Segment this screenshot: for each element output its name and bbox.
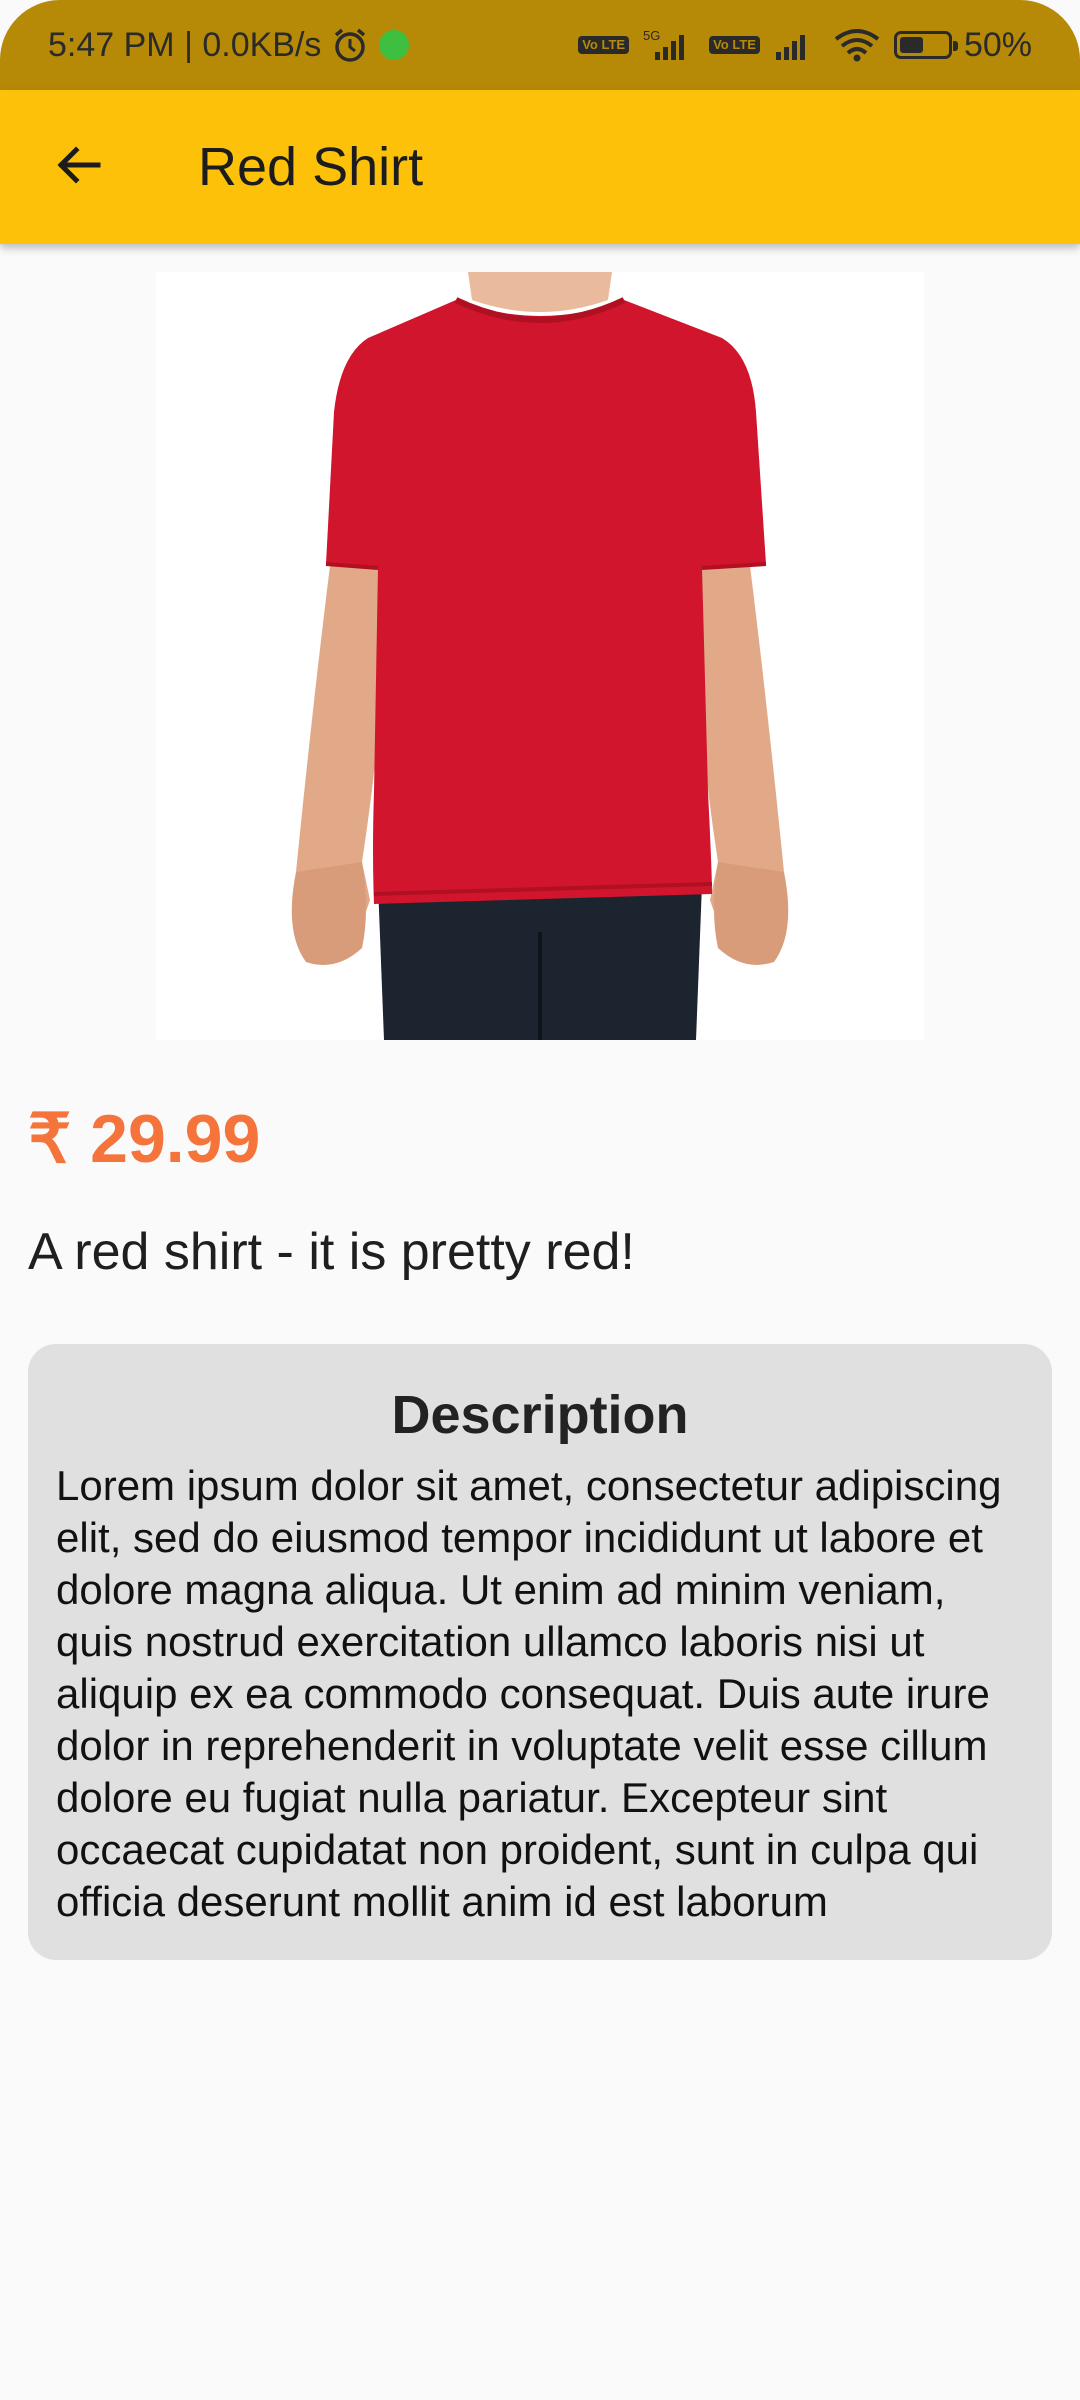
signal-5g-icon: 5G <box>641 28 697 62</box>
status-time: 5:47 PM | 0.0KB/s <box>48 25 322 64</box>
volte-icon: Vo LTE <box>578 36 630 54</box>
description-card: Description Lorem ipsum dolor sit amet, … <box>28 1344 1052 1960</box>
status-right: Vo LTE 5G Vo LTE 50% <box>578 26 1032 65</box>
svg-text:5G: 5G <box>643 28 660 43</box>
description-text: Lorem ipsum dolor sit amet, consectetur … <box>56 1462 1002 1925</box>
battery-icon <box>893 31 958 59</box>
battery-percent: 50% <box>963 25 1032 64</box>
phone-screen: 5:47 PM | 0.0KB/s Vo LTE 5G Vo LTE 50% R… <box>0 0 1080 2400</box>
alarm-icon <box>331 26 369 64</box>
product-price: ₹ 29.99 <box>28 1101 261 1177</box>
status-bar: 5:47 PM | 0.0KB/s Vo LTE 5G Vo LTE 50% <box>0 0 1080 90</box>
page-title: Red Shirt <box>198 137 424 197</box>
arrow-left-icon <box>52 139 104 196</box>
description-title: Description <box>391 1385 689 1445</box>
signal-icon <box>772 28 820 62</box>
app-bar: Red Shirt <box>0 90 1080 244</box>
back-button[interactable] <box>28 117 128 217</box>
product-subtitle: A red shirt - it is pretty red! <box>28 1223 635 1281</box>
red-shirt-image <box>291 272 789 1040</box>
wifi-icon <box>832 27 882 63</box>
app-notification-icon <box>379 30 410 60</box>
status-left: 5:47 PM | 0.0KB/s <box>48 25 410 65</box>
product-image <box>156 272 924 1040</box>
battery-level <box>899 37 923 53</box>
volte-icon-2: Vo LTE <box>709 36 760 54</box>
